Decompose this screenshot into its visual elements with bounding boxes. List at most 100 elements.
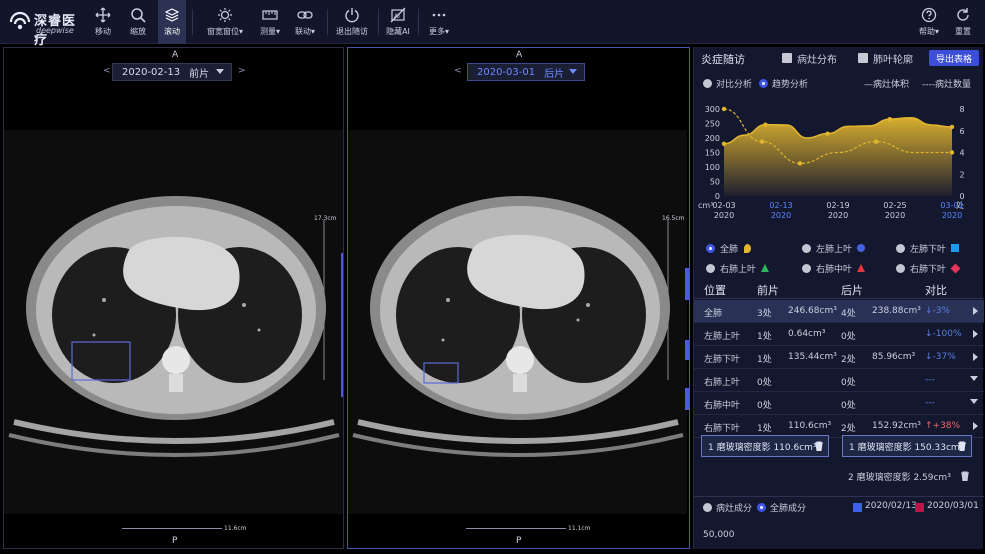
lobe-rm-radio[interactable] [802,264,811,273]
trash-icon[interactable] [957,441,967,451]
x-tick-label: 02-25 [883,201,906,210]
scroll-indicator[interactable] [685,388,689,410]
y-tick-left: 250 [705,120,720,129]
ct-slice-image [4,130,343,514]
cell-pos: 右肺中叶 [704,401,741,411]
y-tick-left: 50 [710,178,720,187]
table-row[interactable]: 全肺 3处 246.68cm³ 4处 238.88cm³ ↓-3% [694,300,984,323]
volume-point [887,116,893,122]
scale-top: 16.5cm [662,215,685,222]
cell-c1: 3处 [757,309,772,319]
next-study-button[interactable]: > [238,66,246,76]
scroll-indicator[interactable] [685,268,689,300]
window-level-button[interactable]: 窗宽窗位▾ [202,0,248,44]
table-row[interactable]: 右肺中叶 0处 0处 --- [694,392,984,415]
lesion-label: 1 磨玻璃密度影 150.33cm³ [849,442,964,453]
ct-viewport-current[interactable]: A < 2020-03-01 后片 L 16.5cm 11.1cm P [347,47,690,549]
y-tick-left: 100 [705,163,720,172]
hide-ai-icon: AI [390,7,406,23]
prev-study-button[interactable]: < [454,66,462,76]
x-tick-label: 02-13 [769,201,792,210]
cell-c2: 0处 [841,332,856,342]
trash-icon[interactable] [814,441,824,451]
study-date-select[interactable]: 2020-02-13 前片 [112,63,232,81]
lesion-card-prior[interactable]: 1 磨玻璃密度影 110.6cm³ [701,435,829,457]
y-tick-right: 8 [959,105,964,114]
move-tool-button[interactable]: 移动 [92,0,114,44]
toolbar-divider [418,9,419,35]
followup-panel: 炎症随访 病灶分布 肺叶轮廓 导出表格 对比分析 趋势分析 —病灶体积 ----… [693,47,984,549]
ct-viewport-prior[interactable]: A < 2020-02-13 前片 > R [3,47,344,549]
y-tick-left: 300 [705,105,720,114]
move-label: 移动 [95,27,111,36]
trend-analysis-radio[interactable] [759,79,768,88]
chevron-right-icon[interactable] [973,307,978,315]
layers-icon [164,8,180,22]
cell-pos: 左肺下叶 [704,355,741,365]
study-date-select[interactable]: 2020-03-01 后片 [467,63,585,81]
cell-c2: 0处 [841,378,856,388]
reset-button[interactable]: 重置 [952,0,974,44]
scroll-indicator[interactable] [341,253,343,397]
y-tick-right: 6 [959,127,964,136]
measure-button[interactable]: 测量▾ [256,0,284,44]
lesion-card-current[interactable]: 1 磨玻璃密度影 150.33cm³ [842,435,972,457]
cell-v2: 238.88cm³ [872,306,921,316]
hide-ai-button[interactable]: AI 隐藏AI [384,0,412,44]
x-tick-label: 02-19 [826,201,849,210]
ruler-icon [262,10,278,20]
scale-top: 17.3cm [314,215,337,222]
chevron-right-icon[interactable] [973,422,978,430]
component-value: 50,000 [703,530,735,540]
zoom-tool-button[interactable]: 缩放 [126,0,150,44]
more-dots-icon [432,13,446,17]
circle-marker-icon [857,244,865,252]
export-table-button[interactable]: 导出表格 [929,50,979,66]
volume-point [825,131,830,136]
scroll-indicator[interactable] [685,340,689,360]
chevron-down-icon[interactable] [970,376,978,381]
brightness-icon [218,8,232,22]
legend-count: ----病灶数量 [922,80,971,90]
cell-c1: 1处 [757,424,772,434]
link-button[interactable]: 联动▾ [291,0,319,44]
ct-image[interactable] [348,130,687,514]
prev-study-button[interactable]: < [103,66,111,76]
trend-chart: 300 250 200 150 100 50 0 8 6 4 2 0 cm³ 处 02-03 2020 02-1… [694,99,984,224]
help-button[interactable]: 帮助▾ [916,0,942,44]
ct-image[interactable] [4,130,343,514]
exit-followup-button[interactable]: 退出随访 [332,0,372,44]
table-row[interactable]: 左肺下叶 1处 135.44cm³ 2处 85.96cm³ ↓-37% [694,346,984,369]
chevron-down-icon[interactable] [970,399,978,404]
help-label: 帮助▾ [918,27,939,36]
scroll-label: 滚动 [164,27,180,36]
trash-icon[interactable] [960,471,970,481]
cell-cmp: ↓-100% [925,329,962,339]
lobe-rl-radio[interactable] [896,264,905,273]
lobe-ru-radio[interactable] [706,264,715,273]
lesion-item[interactable]: 2 磨玻璃密度影 2.59cm³ [848,470,951,483]
chevron-down-icon [216,69,224,74]
pin-icon [744,244,751,253]
lobe-ru-label: 右肺上叶 [720,265,757,275]
trend-analysis-label: 趋势分析 [772,80,809,90]
chevron-right-icon[interactable] [973,330,978,338]
lesion-distribution-checkbox[interactable] [782,53,792,63]
chevron-right-icon[interactable] [973,353,978,361]
refresh-icon [957,8,969,21]
lobe-lu-label: 左肺上叶 [816,245,853,255]
scroll-tool-button[interactable]: 滚动 [158,0,186,44]
table-row[interactable]: 左肺上叶 1处 0.64cm³ 0处 ↓-100% [694,323,984,346]
table-row[interactable]: 右肺上叶 0处 0处 --- [694,369,984,392]
lobe-lu-radio[interactable] [802,244,811,253]
compare-analysis-radio[interactable] [703,79,712,88]
lesion-component-label: 病灶成分 [716,504,753,514]
lobe-whole-radio[interactable] [706,244,715,253]
cell-v1: 110.6cm³ [788,421,832,431]
count-point [873,139,879,144]
more-button[interactable]: 更多▾ [424,0,454,44]
lung-component-radio[interactable] [757,503,766,512]
lung-contour-checkbox[interactable] [858,53,868,63]
lesion-component-radio[interactable] [703,503,712,512]
lobe-ll-radio[interactable] [896,244,905,253]
